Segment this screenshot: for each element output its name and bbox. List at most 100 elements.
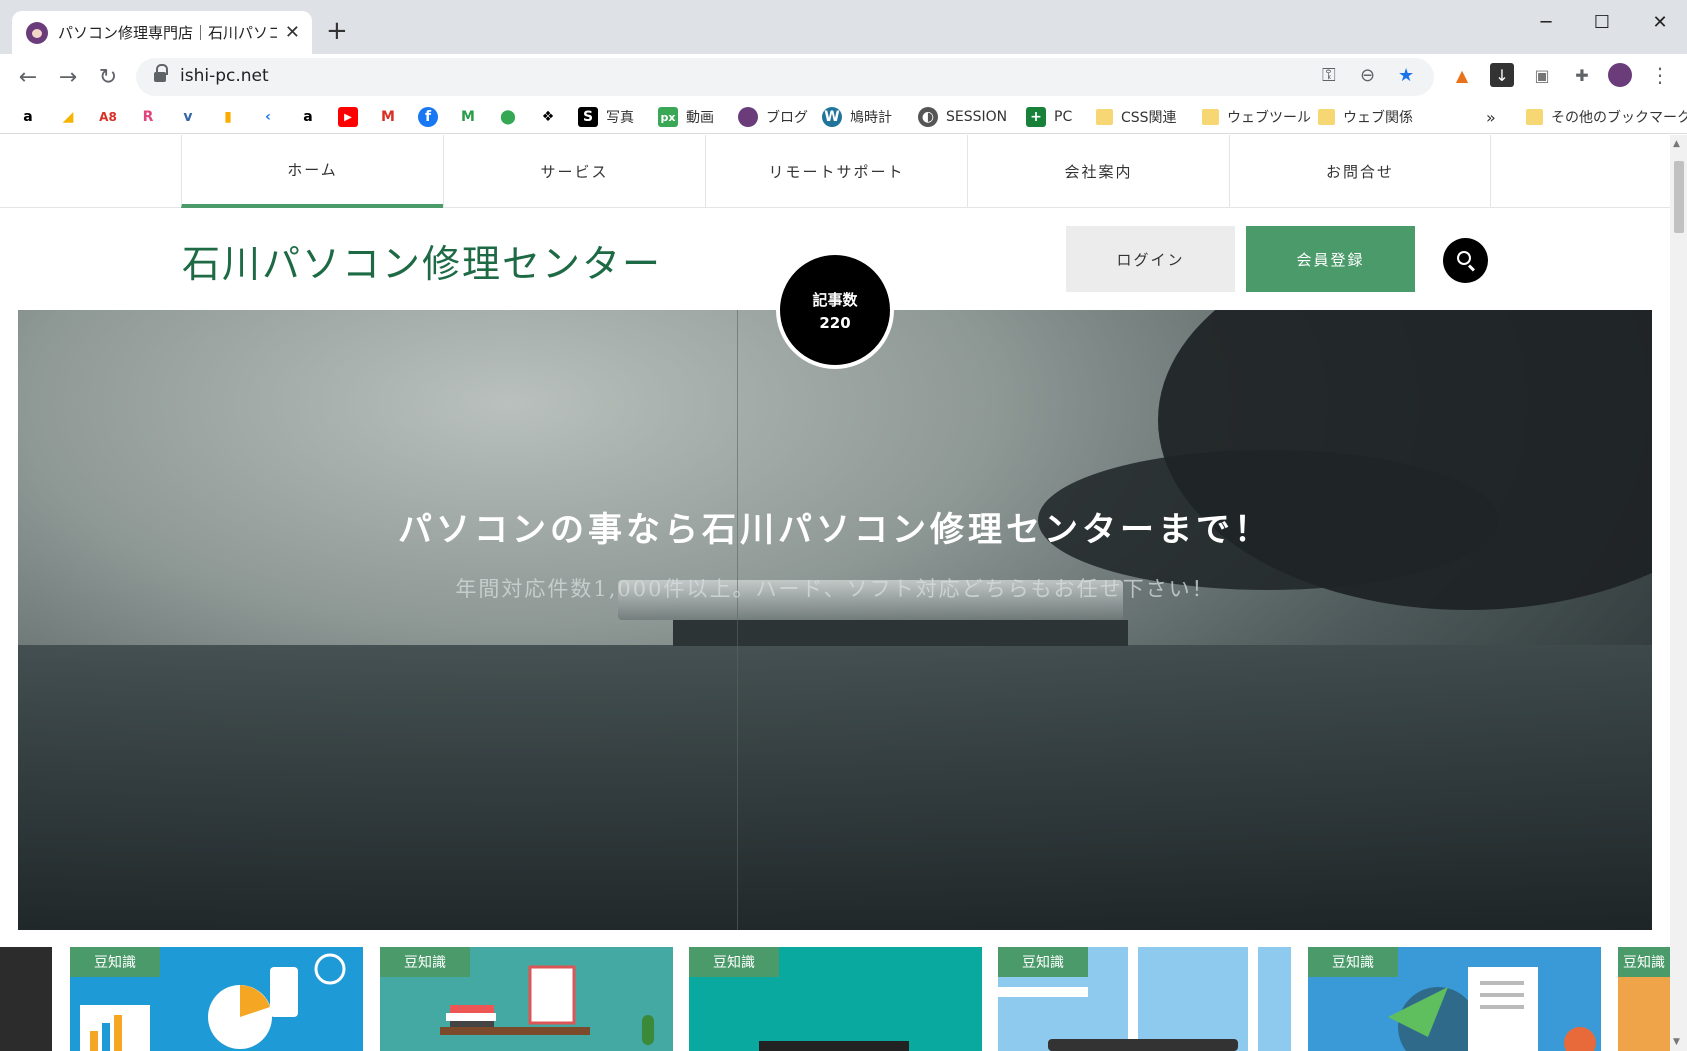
card-category-tag: 豆知識	[689, 947, 779, 977]
bookmark-moneyforward[interactable]: M	[458, 105, 478, 129]
signup-button[interactable]: 会員登録	[1246, 226, 1415, 292]
bookmark-photo[interactable]: S 写真	[578, 105, 634, 129]
key-icon[interactable]: ⚿	[1322, 65, 1336, 86]
bookmark-ads[interactable]: ◢	[58, 105, 78, 129]
vc-icon: v	[183, 109, 193, 125]
web-page: ホーム サービス リモートサポート 会社案内 お問合せ 石川パソコン修理センター…	[0, 135, 1670, 1051]
plus-icon: +	[1026, 107, 1046, 127]
bookmark-amazon-2[interactable]: a	[298, 105, 318, 129]
analytics-icon: ▮	[224, 109, 232, 125]
bookmark-folder-web[interactable]: ウェブ関係	[1318, 105, 1413, 129]
maps-pin-icon: ⬤	[500, 109, 516, 125]
px-icon: px	[658, 107, 678, 127]
new-tab-button[interactable]: +	[326, 18, 348, 44]
bookmark-star-icon[interactable]: ★	[1398, 65, 1414, 86]
bookmark-tools[interactable]: ❖	[538, 105, 558, 129]
bookmark-video[interactable]: px 動画	[658, 105, 714, 129]
extension-lock-icon[interactable]: ▲	[1450, 63, 1474, 87]
bookmarks-bar: a ◢ A8 R v ▮ ‹ a ▶ M f M ⬤ ❖ S 写真 px 動画 …	[0, 100, 1687, 134]
address-bar[interactable]: ishi-pc.net ⚿ ⊖ ★	[136, 58, 1434, 96]
bookmark-amazon[interactable]: a	[18, 105, 38, 129]
bookmark-valuecommerce[interactable]: v	[178, 105, 198, 129]
scroll-thumb[interactable]	[1674, 161, 1684, 233]
nav-service[interactable]: サービス	[443, 135, 705, 208]
extensions-puzzle-icon[interactable]: ✚	[1570, 63, 1594, 87]
bookmark-session[interactable]: ◐ SESSION	[918, 105, 1007, 129]
bookmark-youtube[interactable]: ▶	[338, 105, 358, 129]
bookmark-maps[interactable]: ⬤	[498, 105, 518, 129]
back-icon[interactable]: ←	[14, 63, 42, 91]
bookmark-label: 動画	[686, 110, 714, 126]
folder-icon	[1202, 109, 1219, 125]
bookmark-label: 鳩時計	[850, 110, 892, 126]
hero-bg-floor	[18, 645, 1652, 930]
browser-tab[interactable]: パソコン修理専門店｜石川パソコン修理センター ✕	[12, 11, 312, 54]
globe-icon: ◐	[918, 107, 938, 127]
article-card-partial[interactable]: 豆知識	[1618, 947, 1670, 1051]
scroll-down-icon[interactable]: ▼	[1673, 1037, 1680, 1047]
global-nav: ホーム サービス リモートサポート 会社案内 お問合せ	[0, 135, 1670, 208]
page-scrollbar[interactable]: ▲ ▼	[1670, 135, 1687, 1051]
browser-titlebar: パソコン修理専門店｜石川パソコン修理センター ✕ + ─ ☐ ✕	[0, 0, 1687, 54]
bookmark-other[interactable]: その他のブックマーク	[1526, 105, 1687, 129]
article-card[interactable]: 豆知識	[998, 947, 1291, 1051]
folder-icon	[1526, 109, 1543, 125]
maximize-button[interactable]: ☐	[1582, 8, 1622, 36]
lock-icon	[154, 64, 168, 83]
hero-subtitle: 年間対応件数1,000件以上。ハード、ソフト対応どちらもお任せ下さい！	[455, 577, 1215, 601]
article-card[interactable]: 豆知識	[689, 947, 982, 1051]
folder-icon	[1318, 109, 1335, 125]
nav-remote-support[interactable]: リモートサポート	[705, 135, 967, 208]
article-card[interactable]: 豆知識	[1308, 947, 1601, 1051]
bookmark-rakuten[interactable]: R	[138, 105, 158, 129]
tab-close-icon[interactable]: ✕	[285, 22, 300, 43]
nav-contact[interactable]: お問合せ	[1229, 135, 1491, 208]
forward-icon[interactable]: →	[54, 63, 82, 91]
google-ads-icon: ◢	[62, 109, 74, 125]
nav-company[interactable]: 会社案内	[967, 135, 1229, 208]
search-button[interactable]	[1443, 238, 1488, 283]
profile-avatar-icon[interactable]	[1608, 63, 1632, 87]
card-category-tag: 豆知識	[998, 947, 1088, 977]
bookmark-fx[interactable]: ‹	[258, 105, 278, 129]
bookmark-label: SESSION	[946, 109, 1008, 125]
bookmark-label: ウェブ関係	[1343, 110, 1413, 126]
bookmark-pc[interactable]: + PC	[1026, 105, 1072, 129]
tab-favicon-icon	[26, 21, 48, 44]
close-window-button[interactable]: ✕	[1640, 8, 1680, 36]
bookmark-analytics[interactable]: ▮	[218, 105, 238, 129]
site-title[interactable]: 石川パソコン修理センター	[182, 233, 662, 288]
extension-cast-icon[interactable]: ▣	[1530, 63, 1554, 87]
menu-kebab-icon[interactable]: ⋮	[1648, 63, 1672, 87]
bookmark-clock[interactable]: W 鳩時計	[822, 105, 892, 129]
article-count-value: 220	[819, 313, 851, 332]
extension-download-icon[interactable]: ↓	[1490, 63, 1514, 87]
bookmark-label: ウェブツール	[1227, 110, 1311, 126]
wordpress-icon: W	[822, 107, 842, 127]
bookmark-gmail[interactable]: M	[378, 105, 398, 129]
amazon-icon: a	[303, 109, 313, 125]
scroll-up-icon[interactable]: ▲	[1673, 139, 1680, 149]
article-card[interactable]: 豆知識	[70, 947, 363, 1051]
bookmark-label: ブログ	[766, 110, 808, 126]
reload-icon[interactable]: ↻	[94, 63, 122, 91]
url-text[interactable]: ishi-pc.net	[180, 66, 269, 86]
hero-banner: パソコンの事なら石川パソコン修理センターまで！ 年間対応件数1,000件以上。ハ…	[18, 310, 1652, 930]
bookmark-label: CSS関連	[1121, 110, 1177, 126]
bookmark-a8[interactable]: A8	[98, 105, 118, 129]
article-count-label: 記事数	[812, 290, 858, 309]
minimize-button[interactable]: ─	[1526, 8, 1566, 36]
bookmark-folder-css[interactable]: CSS関連	[1096, 105, 1177, 129]
card-category-tag: 豆知識	[70, 947, 160, 977]
article-card[interactable]: 豆知識	[380, 947, 673, 1051]
bookmarks-overflow-button[interactable]: »	[1486, 105, 1496, 129]
bookmark-blog[interactable]: ブログ	[738, 105, 808, 129]
nav-home[interactable]: ホーム	[181, 135, 443, 208]
a8-icon: A8	[99, 110, 117, 124]
bookmark-folder-webtools[interactable]: ウェブツール	[1202, 105, 1311, 129]
rakuten-icon: R	[142, 109, 154, 125]
youtube-icon: ▶	[338, 107, 358, 127]
bookmark-facebook[interactable]: f	[418, 105, 438, 129]
zoom-icon[interactable]: ⊖	[1360, 65, 1375, 86]
login-button[interactable]: ログイン	[1066, 226, 1235, 292]
